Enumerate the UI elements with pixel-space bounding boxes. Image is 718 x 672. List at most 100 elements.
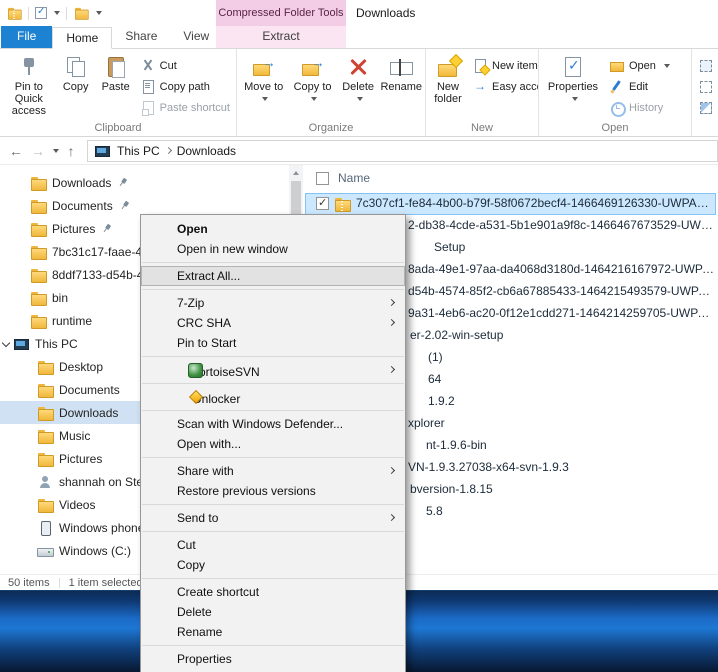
back-icon[interactable]: ← bbox=[6, 141, 26, 161]
menu-item-pin-to-start[interactable]: Pin to Start bbox=[141, 333, 405, 353]
titlebar: Compressed Folder Tools Downloads bbox=[0, 0, 718, 26]
submenu-arrow-icon bbox=[387, 318, 396, 327]
menu-item-tortoisesvn[interactable]: TortoiseSVN bbox=[141, 360, 405, 380]
zip-folder-icon[interactable] bbox=[7, 6, 22, 20]
tab-view[interactable]: View bbox=[170, 26, 222, 48]
open-button[interactable]: Open bbox=[605, 57, 674, 74]
menu-item-copy[interactable]: Copy bbox=[141, 555, 405, 575]
menu-separator bbox=[142, 410, 404, 411]
move-to-button[interactable]: Move to bbox=[239, 50, 288, 105]
address-box[interactable]: This PC Downloads bbox=[87, 139, 718, 162]
pin-icon bbox=[16, 55, 42, 79]
dropdown-caret-icon bbox=[356, 97, 363, 102]
tab-home[interactable]: Home bbox=[52, 27, 113, 49]
address-bar: ← → ↑ This PC Downloads bbox=[0, 137, 718, 165]
file-name: 64 bbox=[428, 372, 442, 386]
history-icon bbox=[609, 100, 626, 117]
menu-item-open-with[interactable]: Open with... bbox=[141, 434, 405, 454]
menu-item-send-to[interactable]: Send to bbox=[141, 508, 405, 528]
tab-extract[interactable]: Extract bbox=[249, 26, 312, 48]
expanded-chevron-icon[interactable] bbox=[1, 338, 11, 348]
phone-icon bbox=[37, 520, 53, 536]
menu-item-crc-sha[interactable]: CRC SHA bbox=[141, 313, 405, 333]
folder-icon bbox=[30, 267, 47, 283]
copy-button[interactable]: Copy bbox=[56, 50, 96, 93]
contextual-tab-strip: Extract bbox=[216, 26, 346, 48]
select-none-button[interactable]: Select none bbox=[694, 78, 718, 95]
quick-access-toolbar bbox=[0, 5, 102, 21]
ribbon-group-label: Organize bbox=[308, 122, 354, 134]
breadcrumb-item-this-pc[interactable]: This PC bbox=[114, 144, 163, 158]
tab-share[interactable]: Share bbox=[112, 26, 170, 48]
menu-item-delete[interactable]: Delete bbox=[141, 602, 405, 622]
paste-button[interactable]: Paste bbox=[96, 50, 136, 93]
menu-item-7-zip[interactable]: 7-Zip bbox=[141, 293, 405, 313]
file-row[interactable]: 7c307cf1-fe84-4b00-b79f-58f0672becf4-146… bbox=[305, 193, 716, 215]
new-folder-button[interactable]: New folder bbox=[428, 50, 468, 105]
history-button[interactable]: History bbox=[605, 99, 674, 117]
scroll-up-icon[interactable] bbox=[293, 171, 299, 175]
checkbox-icon[interactable] bbox=[35, 6, 47, 19]
paste-shortcut-icon bbox=[140, 100, 155, 116]
invert-selection-button[interactable]: Invert selection bbox=[694, 99, 718, 116]
copy-to-button[interactable]: Copy to bbox=[288, 50, 336, 105]
history-dropdown-icon[interactable] bbox=[53, 148, 59, 153]
menu-item-share-with[interactable]: Share with bbox=[141, 461, 405, 481]
dropdown-caret-icon[interactable] bbox=[54, 11, 60, 15]
invert-selection-icon bbox=[698, 100, 713, 115]
menu-item-cut[interactable]: Cut bbox=[141, 535, 405, 555]
menu-item-scan-with-windows-defender[interactable]: Scan with Windows Defender... bbox=[141, 414, 405, 434]
zip-file-icon bbox=[334, 196, 351, 212]
ribbon-group-label: Select bbox=[692, 122, 718, 134]
file-name: VN-1.9.3.27038-x64-svn-1.9.3 bbox=[408, 460, 569, 474]
folder-icon bbox=[37, 359, 54, 375]
pin-icon bbox=[116, 175, 131, 190]
pin-to-quick-access-button[interactable]: Pin to Quick access bbox=[2, 50, 56, 117]
folder-icon bbox=[37, 497, 54, 513]
menu-separator bbox=[142, 356, 404, 357]
new-item-button[interactable]: New item bbox=[468, 57, 538, 74]
user-icon bbox=[37, 474, 53, 490]
menu-item-rename[interactable]: Rename bbox=[141, 622, 405, 642]
folder-icon[interactable] bbox=[74, 6, 89, 20]
copy-path-button[interactable]: Copy path bbox=[136, 78, 234, 95]
menu-item-extract-all[interactable]: Extract All... bbox=[141, 266, 405, 286]
file-name: 8ada-49e1-97aa-da4068d3180d-146421616797… bbox=[408, 262, 715, 276]
rename-button[interactable]: Rename bbox=[380, 50, 423, 93]
qat-separator bbox=[66, 6, 67, 20]
folder-icon bbox=[30, 313, 47, 329]
address-location-icon bbox=[94, 143, 110, 159]
edit-button[interactable]: Edit bbox=[605, 78, 674, 95]
breadcrumb-chevron-icon bbox=[164, 146, 172, 155]
column-header-name[interactable]: Name bbox=[338, 171, 370, 185]
dropdown-caret-icon[interactable] bbox=[96, 11, 102, 15]
forward-icon[interactable]: → bbox=[28, 141, 48, 161]
screen: Compressed Folder Tools Downloads FileHo… bbox=[0, 0, 718, 672]
menu-item-open[interactable]: Open bbox=[141, 219, 405, 239]
delete-button[interactable]: Delete bbox=[337, 50, 380, 105]
menu-item-unlocker[interactable]: Unlocker bbox=[141, 387, 405, 407]
menu-item-restore-previous-versions[interactable]: Restore previous versions bbox=[141, 481, 405, 501]
file-name: (1) bbox=[428, 350, 443, 364]
tortoisesvn-icon bbox=[187, 362, 203, 378]
menu-item-properties[interactable]: Properties bbox=[141, 649, 405, 669]
easy-access-button[interactable]: Easy access bbox=[468, 78, 538, 95]
contextual-tab-group-title: Compressed Folder Tools bbox=[216, 0, 346, 26]
breadcrumb: This PC Downloads bbox=[114, 144, 239, 158]
row-checkbox[interactable] bbox=[316, 197, 329, 210]
menu-item-open-in-new-window[interactable]: Open in new window bbox=[141, 239, 405, 259]
up-icon[interactable]: ↑ bbox=[61, 141, 81, 161]
select-all-checkbox[interactable] bbox=[316, 171, 329, 185]
menu-item-create-shortcut[interactable]: Create shortcut bbox=[141, 582, 405, 602]
breadcrumb-item-downloads[interactable]: Downloads bbox=[174, 144, 239, 158]
cut-button[interactable]: Cut bbox=[136, 57, 234, 74]
select-all-button[interactable]: Select all bbox=[694, 57, 718, 74]
paste-shortcut-button[interactable]: Paste shortcut bbox=[136, 99, 234, 116]
properties-button[interactable]: Properties bbox=[541, 50, 605, 105]
tab-file[interactable]: File bbox=[1, 26, 53, 48]
sidebar-item-downloads[interactable]: Downloads bbox=[0, 171, 289, 194]
file-name: 5.8 bbox=[426, 504, 443, 518]
folder-icon bbox=[37, 428, 54, 444]
menu-separator bbox=[142, 578, 404, 579]
ribbon-group-label: Clipboard bbox=[94, 122, 142, 134]
